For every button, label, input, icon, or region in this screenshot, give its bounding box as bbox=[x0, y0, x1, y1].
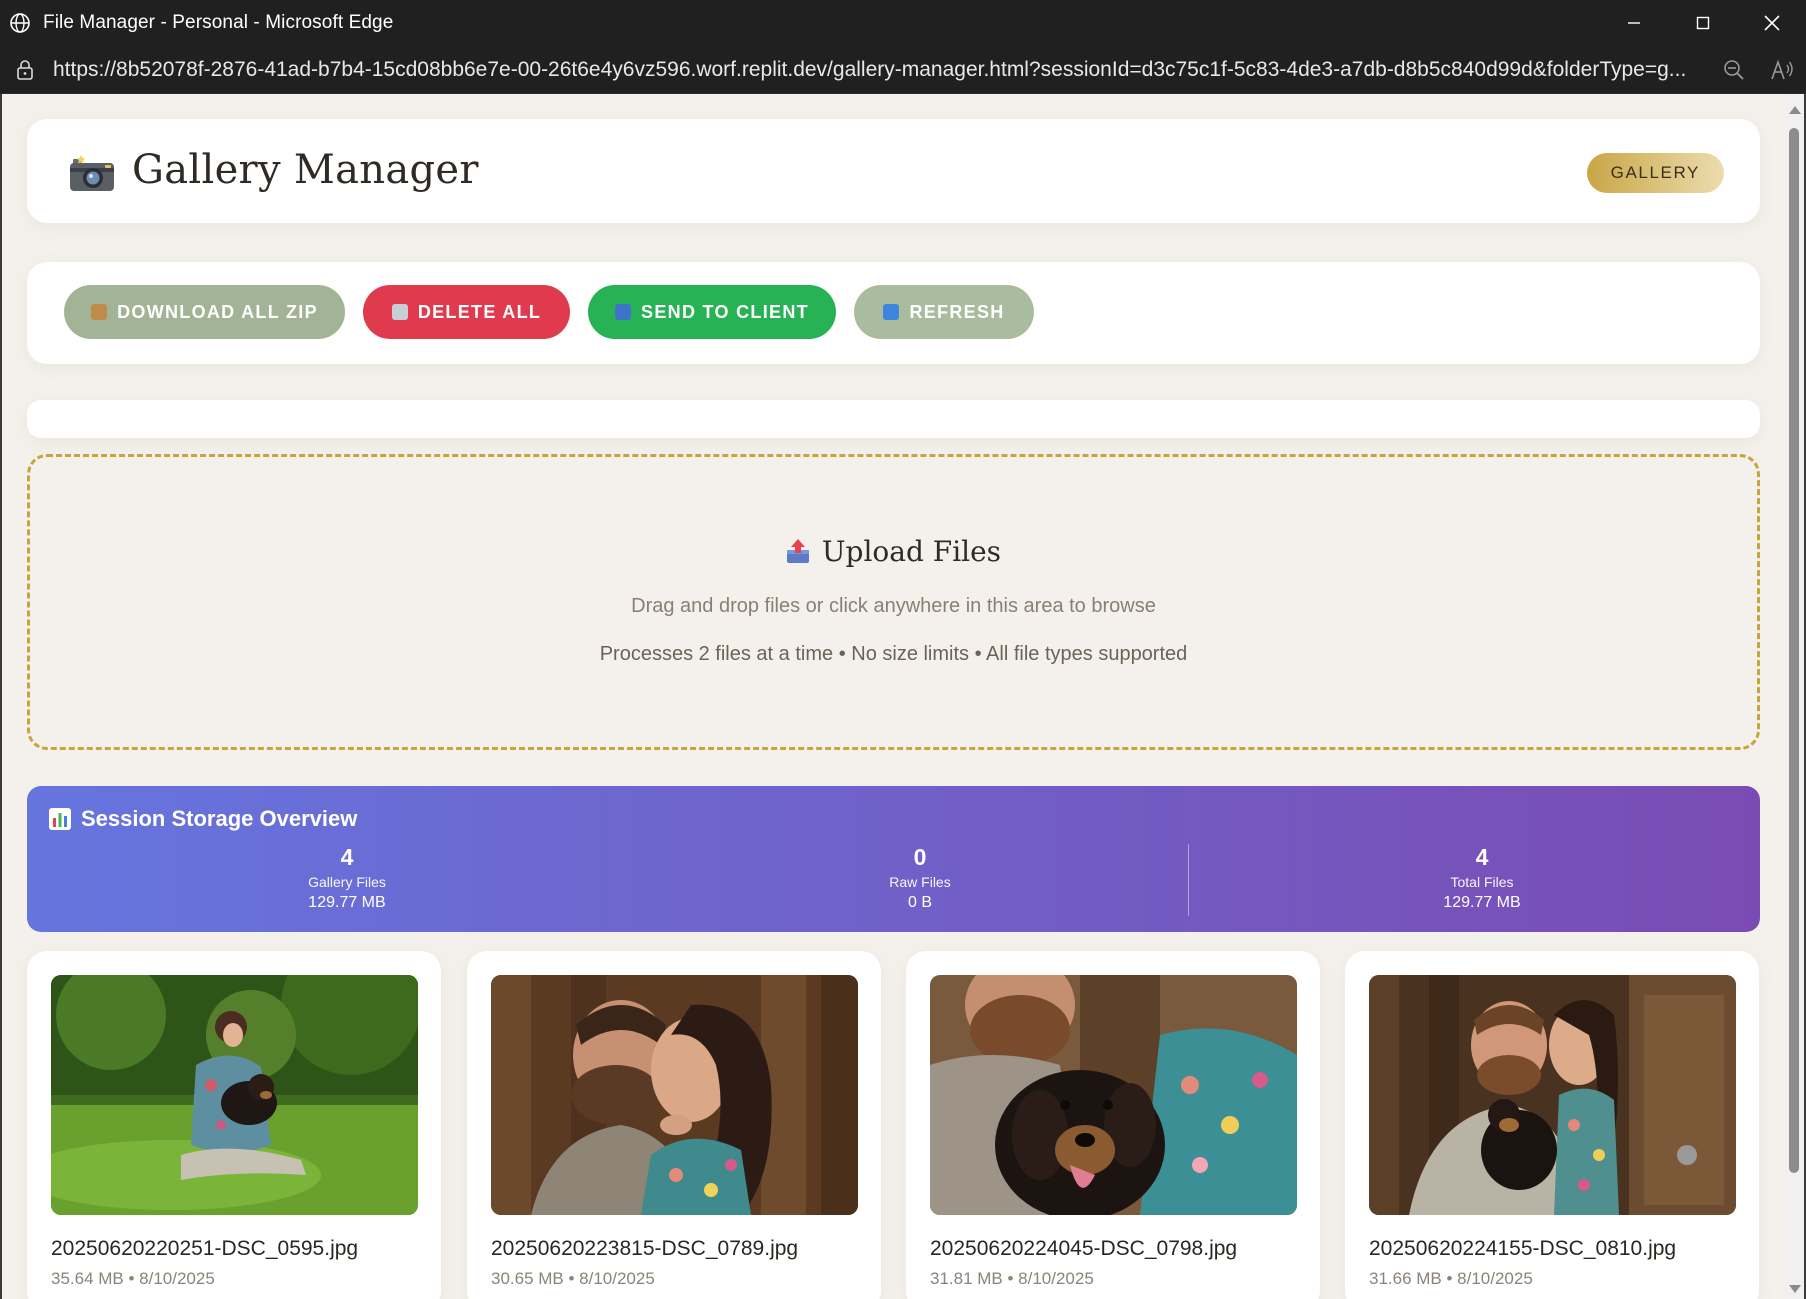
globe-icon bbox=[7, 10, 33, 36]
page-viewport: Gallery Manager GALLERY DOWNLOAD ALL ZIP… bbox=[0, 94, 1806, 1299]
upload-title-text: Upload Files bbox=[821, 535, 1002, 568]
upload-dropzone[interactable]: Upload Files Drag and drop files or clic… bbox=[27, 454, 1760, 750]
storage-title: Session Storage Overview bbox=[49, 806, 357, 832]
read-aloud-icon bbox=[1771, 59, 1793, 80]
maximize-icon bbox=[1696, 16, 1709, 30]
file-card[interactable]: 20250620223815-DSC_0789.jpg 30.65 MB • 8… bbox=[467, 951, 881, 1299]
download-all-zip-label: DOWNLOAD ALL ZIP bbox=[117, 301, 318, 322]
file-thumbnail[interactable] bbox=[1369, 975, 1736, 1215]
stat-label: Gallery Files bbox=[308, 874, 386, 890]
upload-title: Upload Files bbox=[30, 535, 1757, 568]
file-meta: 31.81 MB • 8/10/2025 bbox=[930, 1269, 1094, 1288]
read-aloud-button[interactable] bbox=[1758, 46, 1806, 94]
scroll-down-arrow-icon[interactable] bbox=[1789, 1285, 1801, 1293]
file-name: 20250620223815-DSC_0789.jpg bbox=[491, 1237, 799, 1260]
upload-subtitle: Drag and drop files or click anywhere in… bbox=[631, 595, 1156, 617]
refresh-label: REFRESH bbox=[909, 301, 1005, 322]
file-name: 20250620220251-DSC_0595.jpg bbox=[51, 1237, 359, 1260]
zoom-button[interactable] bbox=[1710, 46, 1758, 94]
session-storage-overview: Session Storage Overview 4 Gallery Files… bbox=[27, 786, 1760, 932]
delete-all-button[interactable]: DELETE ALL bbox=[363, 285, 570, 339]
camera-icon bbox=[70, 155, 114, 191]
url-field[interactable]: https://8b52078f-2876-41ad-b7b4-15cd08bb… bbox=[53, 58, 1693, 82]
send-to-client-button[interactable]: SEND TO CLIENT bbox=[588, 285, 836, 339]
file-card[interactable]: 20250620220251-DSC_0595.jpg 35.64 MB • 8… bbox=[27, 951, 441, 1299]
stat-count: 4 bbox=[340, 844, 354, 870]
file-meta: 31.66 MB • 8/10/2025 bbox=[1369, 1269, 1533, 1288]
lock-icon[interactable] bbox=[14, 59, 36, 81]
stat-label: Raw Files bbox=[889, 874, 951, 890]
scroll-up-arrow-icon[interactable] bbox=[1789, 106, 1801, 114]
maximize-button[interactable] bbox=[1668, 0, 1737, 46]
wastebasket-icon bbox=[391, 304, 408, 320]
delete-all-label: DELETE ALL bbox=[417, 301, 542, 322]
storage-title-text: Session Storage Overview bbox=[81, 806, 358, 831]
stat-raw-files: 0 Raw Files 0 B bbox=[770, 844, 1070, 912]
page-scrollbar[interactable] bbox=[1786, 94, 1802, 1299]
file-meta: 35.64 MB • 8/10/2025 bbox=[51, 1269, 215, 1288]
stats-divider bbox=[1188, 844, 1189, 916]
file-card[interactable]: 20250620224045-DSC_0798.jpg 31.81 MB • 8… bbox=[906, 951, 1320, 1299]
upload-info: Processes 2 files at a time • No size li… bbox=[599, 643, 1188, 665]
minimize-button[interactable] bbox=[1599, 0, 1668, 46]
refresh-icon bbox=[883, 304, 900, 320]
window-titlebar: File Manager - Personal - Microsoft Edge bbox=[0, 0, 1806, 46]
address-bar: https://8b52078f-2876-41ad-b7b4-15cd08bb… bbox=[0, 46, 1806, 94]
close-window-button[interactable] bbox=[1737, 0, 1806, 46]
stat-gallery-files: 4 Gallery Files 129.77 MB bbox=[197, 844, 497, 912]
file-thumbnail[interactable] bbox=[930, 975, 1297, 1215]
file-thumbnail[interactable] bbox=[51, 975, 418, 1215]
actions-toolbar: DOWNLOAD ALL ZIP DELETE ALL SEND TO CLIE… bbox=[27, 262, 1760, 364]
stat-total-files: 4 Total Files 129.77 MB bbox=[1332, 844, 1632, 912]
stat-size: 0 B bbox=[907, 894, 932, 911]
file-thumbnail[interactable] bbox=[491, 975, 858, 1215]
stat-count: 0 bbox=[913, 844, 927, 870]
upload-tray-icon bbox=[786, 538, 810, 564]
file-name: 20250620224155-DSC_0810.jpg bbox=[1369, 1237, 1677, 1260]
minimize-icon bbox=[1627, 22, 1640, 24]
stat-count: 4 bbox=[1475, 844, 1489, 870]
status-panel bbox=[27, 400, 1760, 438]
package-icon bbox=[91, 304, 108, 320]
stat-size: 129.77 MB bbox=[1443, 894, 1521, 911]
header-card: Gallery Manager GALLERY bbox=[27, 119, 1760, 223]
send-icon bbox=[615, 304, 632, 320]
stat-size: 129.77 MB bbox=[308, 894, 386, 911]
file-card[interactable]: 20250620224155-DSC_0810.jpg 31.66 MB • 8… bbox=[1345, 951, 1759, 1299]
page-title: Gallery Manager bbox=[132, 147, 479, 193]
scrollbar-thumb[interactable] bbox=[1789, 128, 1799, 1173]
refresh-button[interactable]: REFRESH bbox=[854, 285, 1034, 339]
stat-label: Total Files bbox=[1450, 874, 1514, 890]
close-icon bbox=[1763, 15, 1780, 31]
file-meta: 30.65 MB • 8/10/2025 bbox=[491, 1269, 655, 1288]
send-to-client-label: SEND TO CLIENT bbox=[641, 301, 809, 322]
window-title: File Manager - Personal - Microsoft Edge bbox=[43, 12, 394, 33]
folder-type-badge: GALLERY bbox=[1586, 153, 1724, 193]
bar-chart-icon bbox=[49, 808, 71, 830]
zoom-out-icon bbox=[1724, 60, 1744, 80]
download-all-zip-button[interactable]: DOWNLOAD ALL ZIP bbox=[64, 285, 345, 339]
file-name: 20250620224045-DSC_0798.jpg bbox=[930, 1237, 1238, 1260]
